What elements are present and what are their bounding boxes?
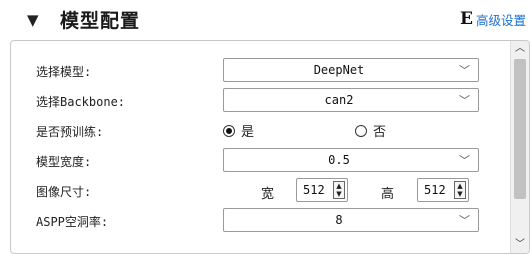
spin-down-icon[interactable]: ▼ xyxy=(455,190,465,198)
aspp-row: ASPP空洞率: 8 ﹀ xyxy=(11,207,507,235)
scrollbar-thumb[interactable] xyxy=(514,59,526,199)
image-size-label: 图像尺寸: xyxy=(36,185,92,199)
model-select-value: DeepNet xyxy=(313,63,365,77)
aspp-label: ASPP空洞率: xyxy=(36,215,109,229)
image-height-value: 512 xyxy=(424,183,446,197)
chevron-down-icon: ﹀ xyxy=(459,154,470,167)
radio-unchecked-icon xyxy=(355,124,367,137)
aspp-select-value: 8 xyxy=(335,213,343,227)
spin-down-icon[interactable]: ▼ xyxy=(334,190,344,198)
advanced-settings-icon: E xyxy=(460,9,473,29)
spin-up-icon[interactable]: ▲ xyxy=(455,182,465,190)
backbone-label: 选择Backbone: xyxy=(36,95,126,109)
model-config-panel: 选择模型: DeepNet ﹀ 选择Backbone: can2 ﹀ 是否预训练… xyxy=(10,40,530,254)
pretrain-no-label: 否 xyxy=(373,125,387,140)
chevron-down-icon: ﹀ xyxy=(459,214,470,227)
width-row: 模型宽度: 0.5 ﹀ xyxy=(11,147,507,175)
height-dim-label: 高 xyxy=(381,187,395,202)
spin-buttons[interactable]: ▲ ▼ xyxy=(333,181,345,199)
section-title: 模型配置 xyxy=(60,10,141,32)
scroll-up-icon[interactable]: ︿ xyxy=(511,41,529,57)
pretrain-yes-radio[interactable]: 是 xyxy=(223,121,254,140)
model-row: 选择模型: DeepNet ﹀ xyxy=(11,57,507,85)
image-height-spinbox[interactable]: 512 ▲ ▼ xyxy=(417,178,469,202)
chevron-down-icon: ﹀ xyxy=(459,64,470,77)
vertical-scrollbar[interactable]: ︿ ﹀ xyxy=(510,41,529,253)
image-width-spinbox[interactable]: 512 ▲ ▼ xyxy=(296,178,348,202)
width-select[interactable]: 0.5 ﹀ xyxy=(223,148,479,172)
backbone-row: 选择Backbone: can2 ﹀ xyxy=(11,87,507,115)
collapse-triangle-icon[interactable]: ▼ xyxy=(27,11,39,29)
width-label: 模型宽度: xyxy=(36,155,92,169)
image-width-value: 512 xyxy=(303,183,325,197)
pretrain-row: 是否预训练: 是 否 xyxy=(11,117,507,145)
model-select[interactable]: DeepNet ﹀ xyxy=(223,58,479,82)
width-dim-label: 宽 xyxy=(261,187,275,202)
image-size-row: 图像尺寸: 宽 512 ▲ ▼ 高 512 ▲ ▼ xyxy=(11,177,507,205)
advanced-settings-link[interactable]: E 高级设置 xyxy=(460,9,526,29)
pretrain-label: 是否预训练: xyxy=(36,125,104,139)
pretrain-yes-label: 是 xyxy=(241,125,255,140)
section-header: ▼ 模型配置 E 高级设置 xyxy=(0,0,530,38)
radio-checked-icon xyxy=(223,124,235,137)
width-select-value: 0.5 xyxy=(328,153,350,167)
aspp-select[interactable]: 8 ﹀ xyxy=(223,208,479,232)
scroll-down-icon[interactable]: ﹀ xyxy=(511,237,529,253)
chevron-down-icon: ﹀ xyxy=(459,94,470,107)
spin-buttons[interactable]: ▲ ▼ xyxy=(454,181,466,199)
spin-up-icon[interactable]: ▲ xyxy=(334,182,344,190)
advanced-settings-label[interactable]: 高级设置 xyxy=(476,10,526,29)
backbone-select-value: can2 xyxy=(324,93,354,107)
pretrain-no-radio[interactable]: 否 xyxy=(355,121,386,140)
backbone-select[interactable]: can2 ﹀ xyxy=(223,88,479,112)
model-label: 选择模型: xyxy=(36,65,92,79)
